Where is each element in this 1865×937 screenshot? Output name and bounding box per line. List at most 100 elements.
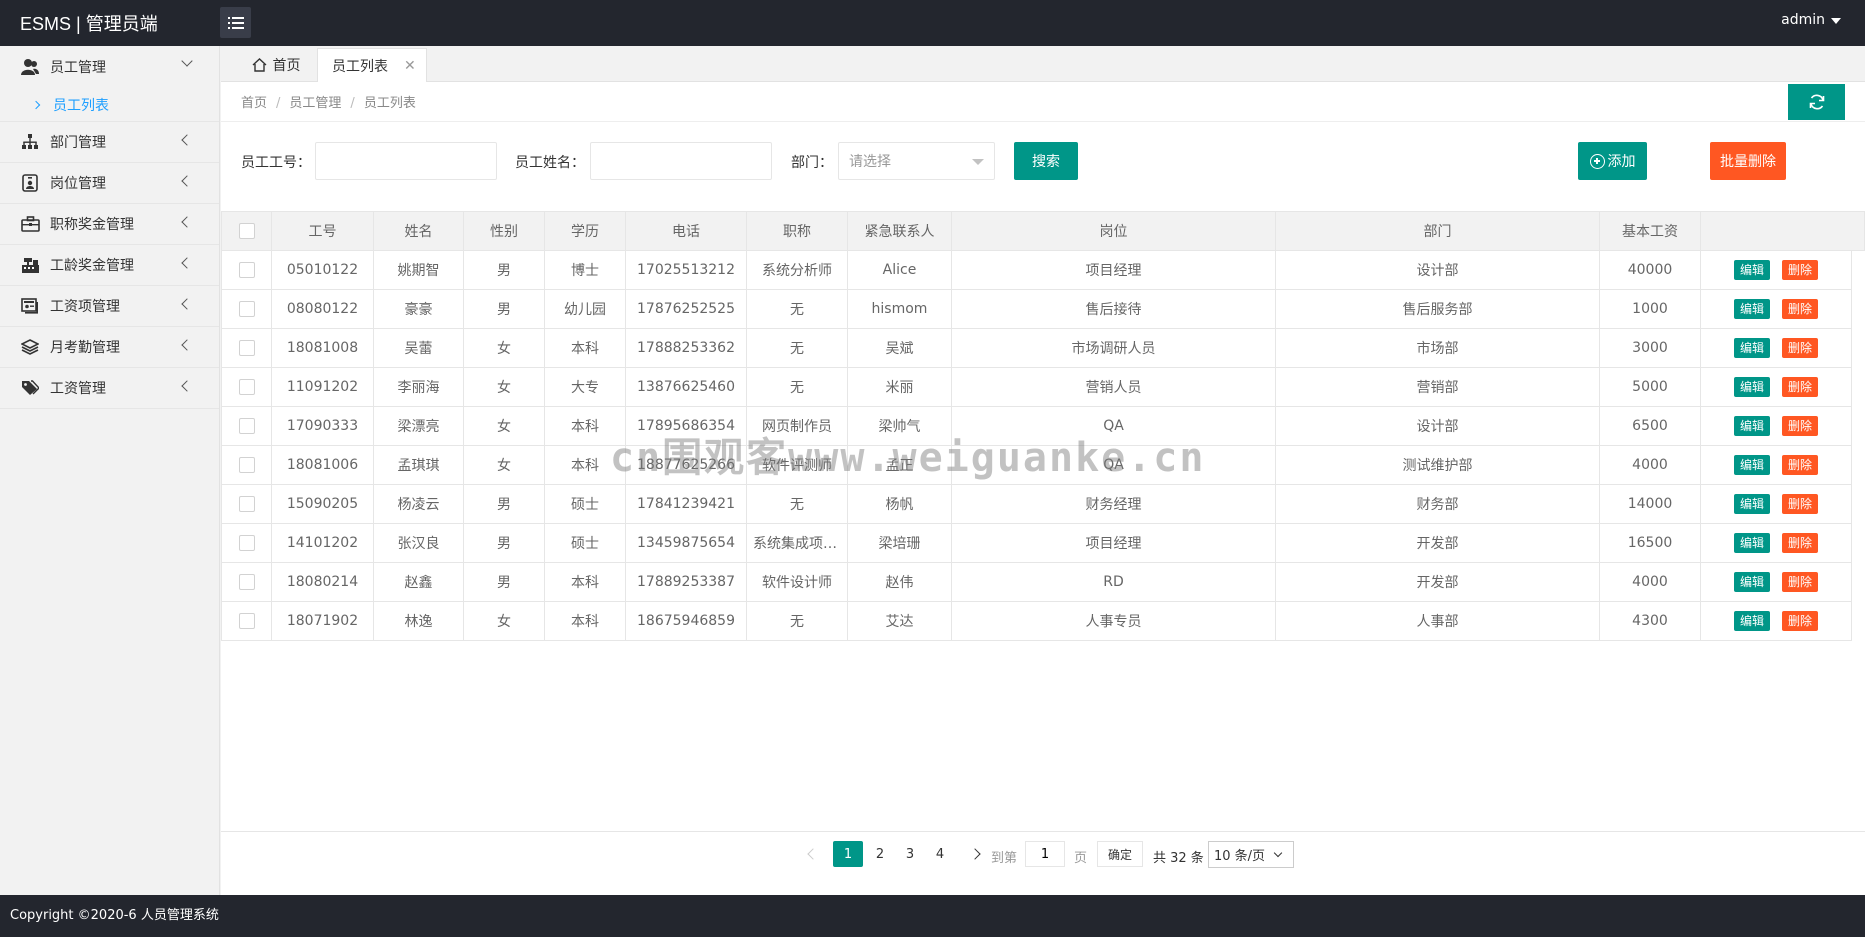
edit-button[interactable]: 编辑 [1733, 611, 1770, 631]
row-checkbox[interactable] [238, 340, 255, 356]
menu-toggle-button[interactable] [220, 7, 251, 38]
edit-button[interactable]: 编辑 [1733, 377, 1770, 397]
tab-home[interactable]: 首页 [235, 48, 317, 82]
table-cell: 14000 [1599, 484, 1701, 524]
goto-page-input[interactable] [1025, 841, 1065, 867]
sidebar-item-employee[interactable]: 员工管理 [0, 46, 219, 88]
sidebar-item-title-bonus[interactable]: 职称奖金管理 [0, 204, 219, 245]
page-button[interactable]: 3 [897, 841, 923, 867]
row-select-cell[interactable] [221, 328, 272, 368]
table-cell: 豪豪 [373, 289, 464, 329]
row-select-cell[interactable] [221, 562, 272, 602]
row-checkbox[interactable] [238, 535, 255, 551]
delete-button[interactable]: 删除 [1782, 260, 1819, 280]
sidebar-item-label: 工龄奖金管理 [50, 258, 134, 274]
page-button-current[interactable]: 1 [833, 841, 863, 867]
row-checkbox[interactable] [238, 457, 255, 473]
row-checkbox[interactable] [238, 379, 255, 395]
table-cell: 17876252525 [625, 289, 747, 329]
edit-button[interactable]: 编辑 [1733, 416, 1770, 436]
table-cell: 18071902 [271, 601, 374, 641]
page-button[interactable]: 2 [867, 841, 893, 867]
table-cell: 17889253387 [625, 562, 747, 602]
delete-button[interactable]: 删除 [1782, 455, 1819, 475]
delete-button[interactable]: 删除 [1782, 338, 1819, 358]
tab-employee-list[interactable]: 员工列表 ✕ [317, 48, 427, 82]
row-select-cell[interactable] [221, 250, 272, 290]
search-button[interactable]: 搜索 [1014, 142, 1078, 180]
sidebar-item-seniority-bonus[interactable]: 工龄奖金管理 [0, 245, 219, 286]
edit-button[interactable]: 编辑 [1733, 299, 1770, 319]
close-icon[interactable]: ✕ [404, 58, 416, 74]
table-cell: 软件设计师 [746, 562, 848, 602]
table-cell: 1000 [1599, 289, 1701, 329]
table-cell: 6500 [1599, 406, 1701, 446]
row-actions-cell: 编辑 删除 [1700, 562, 1852, 602]
edit-button[interactable]: 编辑 [1733, 260, 1770, 280]
table-cell: 吴蕾 [373, 328, 464, 368]
per-page-select[interactable]: 10 条/页 [1208, 841, 1294, 868]
sidebar-subitem-employee-list[interactable]: 员工列表 [0, 88, 219, 122]
row-checkbox[interactable] [238, 574, 255, 590]
select-all-cell[interactable] [221, 211, 272, 251]
delete-button[interactable]: 删除 [1782, 572, 1819, 592]
batch-delete-button[interactable]: 批量删除 [1710, 142, 1786, 180]
delete-button[interactable]: 删除 [1782, 494, 1819, 514]
table-cell: 杨帆 [847, 484, 952, 524]
edit-button[interactable]: 编辑 [1733, 455, 1770, 475]
table-cell: 营销人员 [951, 367, 1276, 407]
table-row: 15090205 杨凌云男硕士 17841239421 无杨帆 财务经理 财务部 14000… [221, 484, 1852, 524]
sidebar-item-label: 部门管理 [50, 135, 106, 151]
sidebar-item-salary[interactable]: 工资管理 [0, 368, 219, 409]
refresh-button[interactable] [1788, 84, 1845, 120]
edit-button[interactable]: 编辑 [1733, 494, 1770, 514]
sidebar-item-department[interactable]: 部门管理 [0, 122, 219, 163]
delete-button[interactable]: 删除 [1782, 611, 1819, 631]
breadcrumb-item[interactable]: 首页 [241, 96, 267, 111]
table-cell: 林逸 [373, 601, 464, 641]
table-row: 11091202 李丽海女大专 13876625460 无米丽 营销人员 营销部 5000 编… [221, 367, 1852, 407]
department-select[interactable]: 请选择 [838, 142, 995, 180]
table-cell: 开发部 [1275, 562, 1600, 602]
employee-name-input[interactable] [590, 142, 772, 180]
pagination: 1 2 3 4 到第 页 确定 共 32 条 10 条/页 [221, 838, 1865, 868]
row-select-cell[interactable] [221, 445, 272, 485]
top-header: ESMS | 管理员端 admin [0, 0, 1865, 46]
row-select-cell[interactable] [221, 289, 272, 329]
next-page-icon[interactable] [965, 841, 985, 867]
edit-button[interactable]: 编辑 [1733, 338, 1770, 358]
employee-id-input[interactable] [315, 142, 497, 180]
search-form: 员工工号： 员工姓名： 部门： 请选择 搜索 添加 批量删除 [221, 142, 1865, 182]
column-header: 电话 [625, 211, 747, 251]
table-cell: 人事部 [1275, 601, 1600, 641]
chevron-down-icon [181, 55, 193, 67]
row-select-cell[interactable] [221, 601, 272, 641]
row-select-cell[interactable] [221, 484, 272, 524]
row-checkbox[interactable] [238, 613, 255, 629]
select-all-checkbox[interactable] [238, 223, 255, 239]
user-menu[interactable]: admin [1781, 12, 1841, 28]
row-checkbox[interactable] [238, 301, 255, 317]
sidebar-item-position[interactable]: 岗位管理 [0, 163, 219, 204]
row-select-cell[interactable] [221, 406, 272, 446]
breadcrumb-item[interactable]: 员工管理 [289, 96, 341, 111]
goto-confirm-button[interactable]: 确定 [1097, 841, 1143, 867]
row-select-cell[interactable] [221, 367, 272, 407]
row-checkbox[interactable] [238, 418, 255, 434]
page-button[interactable]: 4 [927, 841, 953, 867]
row-checkbox[interactable] [238, 262, 255, 278]
delete-button[interactable]: 删除 [1782, 533, 1819, 553]
badge-icon [20, 173, 40, 193]
row-checkbox[interactable] [238, 496, 255, 512]
edit-button[interactable]: 编辑 [1733, 533, 1770, 553]
add-button[interactable]: 添加 [1578, 142, 1647, 180]
delete-button[interactable]: 删除 [1782, 377, 1819, 397]
prev-page-icon[interactable] [803, 841, 823, 867]
delete-button[interactable]: 删除 [1782, 299, 1819, 319]
table-cell: 无 [746, 601, 848, 641]
sidebar-item-attendance[interactable]: 月考勤管理 [0, 327, 219, 368]
row-select-cell[interactable] [221, 523, 272, 563]
sidebar-item-salary-items[interactable]: 工资项管理 [0, 286, 219, 327]
edit-button[interactable]: 编辑 [1733, 572, 1770, 592]
delete-button[interactable]: 删除 [1782, 416, 1819, 436]
